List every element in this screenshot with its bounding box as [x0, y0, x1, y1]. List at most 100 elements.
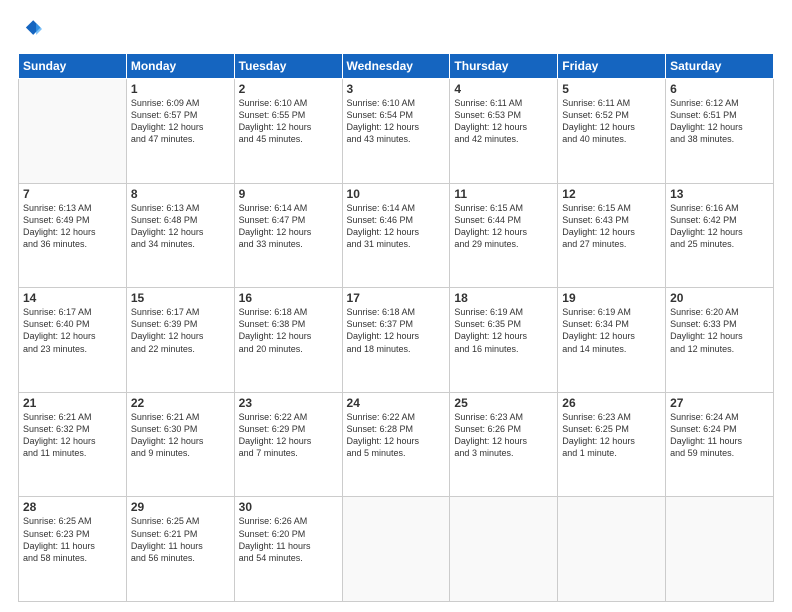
week-row-1: 1Sunrise: 6:09 AM Sunset: 6:57 PM Daylig…	[19, 79, 774, 184]
calendar-cell	[558, 497, 666, 602]
weekday-header-sunday: Sunday	[19, 54, 127, 79]
week-row-5: 28Sunrise: 6:25 AM Sunset: 6:23 PM Dayli…	[19, 497, 774, 602]
day-number: 15	[131, 291, 230, 305]
day-number: 22	[131, 396, 230, 410]
day-number: 9	[239, 187, 338, 201]
calendar-cell: 9Sunrise: 6:14 AM Sunset: 6:47 PM Daylig…	[234, 183, 342, 288]
day-info: Sunrise: 6:21 AM Sunset: 6:32 PM Dayligh…	[23, 411, 122, 460]
day-info: Sunrise: 6:11 AM Sunset: 6:53 PM Dayligh…	[454, 97, 553, 146]
day-number: 29	[131, 500, 230, 514]
day-number: 26	[562, 396, 661, 410]
calendar-cell: 13Sunrise: 6:16 AM Sunset: 6:42 PM Dayli…	[666, 183, 774, 288]
day-number: 16	[239, 291, 338, 305]
day-number: 25	[454, 396, 553, 410]
calendar-cell: 27Sunrise: 6:24 AM Sunset: 6:24 PM Dayli…	[666, 392, 774, 497]
day-number: 10	[347, 187, 446, 201]
day-info: Sunrise: 6:10 AM Sunset: 6:55 PM Dayligh…	[239, 97, 338, 146]
day-number: 18	[454, 291, 553, 305]
calendar-cell: 4Sunrise: 6:11 AM Sunset: 6:53 PM Daylig…	[450, 79, 558, 184]
day-info: Sunrise: 6:24 AM Sunset: 6:24 PM Dayligh…	[670, 411, 769, 460]
day-info: Sunrise: 6:17 AM Sunset: 6:39 PM Dayligh…	[131, 306, 230, 355]
calendar-cell	[450, 497, 558, 602]
week-row-3: 14Sunrise: 6:17 AM Sunset: 6:40 PM Dayli…	[19, 288, 774, 393]
week-row-4: 21Sunrise: 6:21 AM Sunset: 6:32 PM Dayli…	[19, 392, 774, 497]
day-number: 20	[670, 291, 769, 305]
calendar-cell: 26Sunrise: 6:23 AM Sunset: 6:25 PM Dayli…	[558, 392, 666, 497]
day-number: 13	[670, 187, 769, 201]
day-info: Sunrise: 6:25 AM Sunset: 6:23 PM Dayligh…	[23, 515, 122, 564]
day-info: Sunrise: 6:10 AM Sunset: 6:54 PM Dayligh…	[347, 97, 446, 146]
calendar-cell: 23Sunrise: 6:22 AM Sunset: 6:29 PM Dayli…	[234, 392, 342, 497]
day-info: Sunrise: 6:23 AM Sunset: 6:26 PM Dayligh…	[454, 411, 553, 460]
day-info: Sunrise: 6:13 AM Sunset: 6:49 PM Dayligh…	[23, 202, 122, 251]
day-number: 14	[23, 291, 122, 305]
day-info: Sunrise: 6:18 AM Sunset: 6:38 PM Dayligh…	[239, 306, 338, 355]
day-number: 6	[670, 82, 769, 96]
calendar-cell: 30Sunrise: 6:26 AM Sunset: 6:20 PM Dayli…	[234, 497, 342, 602]
day-info: Sunrise: 6:19 AM Sunset: 6:34 PM Dayligh…	[562, 306, 661, 355]
day-number: 7	[23, 187, 122, 201]
day-info: Sunrise: 6:18 AM Sunset: 6:37 PM Dayligh…	[347, 306, 446, 355]
calendar-cell: 19Sunrise: 6:19 AM Sunset: 6:34 PM Dayli…	[558, 288, 666, 393]
day-number: 19	[562, 291, 661, 305]
weekday-header-row: SundayMondayTuesdayWednesdayThursdayFrid…	[19, 54, 774, 79]
weekday-header-saturday: Saturday	[666, 54, 774, 79]
calendar-cell: 3Sunrise: 6:10 AM Sunset: 6:54 PM Daylig…	[342, 79, 450, 184]
day-info: Sunrise: 6:21 AM Sunset: 6:30 PM Dayligh…	[131, 411, 230, 460]
calendar-cell	[19, 79, 127, 184]
calendar-cell	[666, 497, 774, 602]
calendar-cell: 5Sunrise: 6:11 AM Sunset: 6:52 PM Daylig…	[558, 79, 666, 184]
logo-icon	[20, 18, 42, 40]
day-number: 11	[454, 187, 553, 201]
header	[18, 18, 774, 45]
weekday-header-monday: Monday	[126, 54, 234, 79]
weekday-header-wednesday: Wednesday	[342, 54, 450, 79]
calendar-cell: 15Sunrise: 6:17 AM Sunset: 6:39 PM Dayli…	[126, 288, 234, 393]
day-info: Sunrise: 6:17 AM Sunset: 6:40 PM Dayligh…	[23, 306, 122, 355]
day-number: 21	[23, 396, 122, 410]
calendar-cell: 7Sunrise: 6:13 AM Sunset: 6:49 PM Daylig…	[19, 183, 127, 288]
calendar-cell: 25Sunrise: 6:23 AM Sunset: 6:26 PM Dayli…	[450, 392, 558, 497]
day-number: 30	[239, 500, 338, 514]
day-number: 4	[454, 82, 553, 96]
day-info: Sunrise: 6:25 AM Sunset: 6:21 PM Dayligh…	[131, 515, 230, 564]
calendar-cell: 29Sunrise: 6:25 AM Sunset: 6:21 PM Dayli…	[126, 497, 234, 602]
calendar-cell	[342, 497, 450, 602]
day-info: Sunrise: 6:26 AM Sunset: 6:20 PM Dayligh…	[239, 515, 338, 564]
day-info: Sunrise: 6:16 AM Sunset: 6:42 PM Dayligh…	[670, 202, 769, 251]
calendar-cell: 8Sunrise: 6:13 AM Sunset: 6:48 PM Daylig…	[126, 183, 234, 288]
day-info: Sunrise: 6:15 AM Sunset: 6:43 PM Dayligh…	[562, 202, 661, 251]
day-number: 2	[239, 82, 338, 96]
day-number: 27	[670, 396, 769, 410]
calendar-cell: 18Sunrise: 6:19 AM Sunset: 6:35 PM Dayli…	[450, 288, 558, 393]
calendar-cell: 17Sunrise: 6:18 AM Sunset: 6:37 PM Dayli…	[342, 288, 450, 393]
calendar-cell: 16Sunrise: 6:18 AM Sunset: 6:38 PM Dayli…	[234, 288, 342, 393]
weekday-header-friday: Friday	[558, 54, 666, 79]
day-info: Sunrise: 6:15 AM Sunset: 6:44 PM Dayligh…	[454, 202, 553, 251]
calendar-cell: 22Sunrise: 6:21 AM Sunset: 6:30 PM Dayli…	[126, 392, 234, 497]
day-info: Sunrise: 6:14 AM Sunset: 6:46 PM Dayligh…	[347, 202, 446, 251]
day-number: 1	[131, 82, 230, 96]
calendar-cell: 11Sunrise: 6:15 AM Sunset: 6:44 PM Dayli…	[450, 183, 558, 288]
calendar-cell: 20Sunrise: 6:20 AM Sunset: 6:33 PM Dayli…	[666, 288, 774, 393]
day-info: Sunrise: 6:11 AM Sunset: 6:52 PM Dayligh…	[562, 97, 661, 146]
weekday-header-thursday: Thursday	[450, 54, 558, 79]
calendar-table: SundayMondayTuesdayWednesdayThursdayFrid…	[18, 53, 774, 602]
calendar-cell: 1Sunrise: 6:09 AM Sunset: 6:57 PM Daylig…	[126, 79, 234, 184]
calendar-cell: 2Sunrise: 6:10 AM Sunset: 6:55 PM Daylig…	[234, 79, 342, 184]
day-number: 3	[347, 82, 446, 96]
day-info: Sunrise: 6:09 AM Sunset: 6:57 PM Dayligh…	[131, 97, 230, 146]
day-info: Sunrise: 6:19 AM Sunset: 6:35 PM Dayligh…	[454, 306, 553, 355]
calendar-cell: 28Sunrise: 6:25 AM Sunset: 6:23 PM Dayli…	[19, 497, 127, 602]
day-number: 17	[347, 291, 446, 305]
weekday-header-tuesday: Tuesday	[234, 54, 342, 79]
day-info: Sunrise: 6:22 AM Sunset: 6:28 PM Dayligh…	[347, 411, 446, 460]
calendar-cell: 21Sunrise: 6:21 AM Sunset: 6:32 PM Dayli…	[19, 392, 127, 497]
day-number: 24	[347, 396, 446, 410]
day-info: Sunrise: 6:22 AM Sunset: 6:29 PM Dayligh…	[239, 411, 338, 460]
day-number: 12	[562, 187, 661, 201]
day-number: 8	[131, 187, 230, 201]
day-info: Sunrise: 6:14 AM Sunset: 6:47 PM Dayligh…	[239, 202, 338, 251]
logo	[18, 18, 42, 45]
calendar-cell: 24Sunrise: 6:22 AM Sunset: 6:28 PM Dayli…	[342, 392, 450, 497]
